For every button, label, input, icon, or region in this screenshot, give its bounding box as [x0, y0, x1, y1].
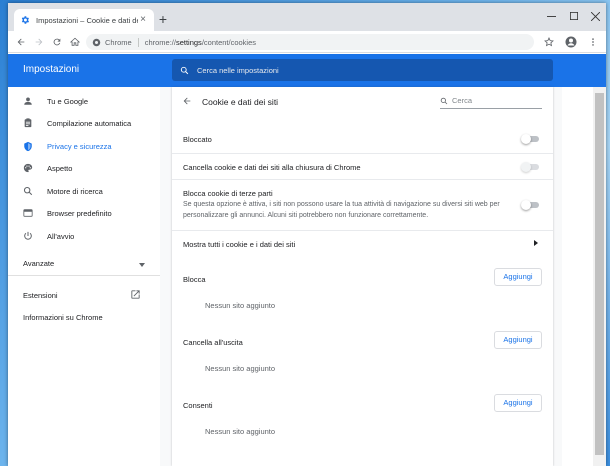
sidebar-item-label: Motore di ricerca [47, 186, 103, 196]
settings-search-input[interactable]: Cerca nelle impostazioni [172, 59, 553, 81]
browser-toolbar: Chrome chrome://settings/content/cookies [8, 31, 606, 53]
card-header: Cookie e dati dei siti Cerca [172, 87, 553, 117]
third-party-description: Se questa opzione è attiva, i siti non p… [183, 201, 500, 219]
title-bar: Impostazioni – Cookie e dati dei siti × … [8, 3, 606, 31]
search-icon [22, 185, 34, 197]
third-party-cookies-row[interactable]: Blocca cookie di terze parti Se questa o… [172, 179, 553, 230]
sidebar-item-extensions[interactable]: Estensioni [8, 285, 160, 305]
home-button[interactable] [68, 35, 82, 49]
sidebar-item-search-engine[interactable]: Motore di ricerca [8, 181, 160, 201]
caret-down-icon [139, 260, 145, 269]
sidebar: Tu e Google Compilazione automatica Priv… [8, 87, 160, 466]
settings-title: Impostazioni [23, 64, 80, 75]
clear-on-exit-row[interactable]: Cancella cookie e dati dei siti alla chi… [172, 153, 553, 179]
back-button[interactable] [14, 35, 28, 49]
sidebar-item-label: Privacy e sicurezza [47, 141, 112, 151]
search-placeholder: Cerca nelle impostazioni [197, 65, 279, 75]
cookies-settings-card: Cookie e dati dei siti Cerca Bloccato Ca… [172, 87, 553, 466]
gear-icon [20, 15, 30, 25]
cookies-search-placeholder: Cerca [452, 96, 473, 105]
minimize-button[interactable] [540, 9, 562, 23]
account-icon [565, 36, 577, 48]
minimize-icon [546, 15, 556, 17]
sidebar-item-label: Browser predefinito [47, 208, 112, 218]
sidebar-item-you-and-google[interactable]: Tu e Google [8, 91, 160, 111]
maximize-icon [570, 12, 578, 20]
sidebar-item-label: Compilazione automatica [47, 118, 132, 128]
arrow-right-icon [35, 38, 43, 46]
block-empty-text: Nessun sito aggiunto [205, 301, 276, 310]
search-icon [180, 66, 189, 74]
arrow-left-icon [17, 38, 25, 46]
shield-icon [22, 140, 34, 152]
cookies-search-input[interactable]: Cerca [440, 93, 542, 109]
open-in-new-icon [130, 289, 141, 302]
sidebar-item-label: All'avvio [47, 231, 75, 241]
clear-on-exit-empty-text: Nessun sito aggiunto [205, 364, 276, 373]
tab-settings[interactable]: Impostazioni – Cookie e dati dei siti × [14, 9, 154, 31]
close-window-button[interactable] [584, 9, 606, 23]
browser-window: Impostazioni – Cookie e dati dei siti × … [8, 3, 606, 466]
profile-button[interactable] [564, 35, 578, 49]
clear-on-exit-toggle[interactable] [521, 162, 539, 172]
tab-title: Impostazioni – Cookie e dati dei siti [36, 15, 138, 25]
advanced-label: Avanzate [23, 258, 55, 268]
settings-header: Impostazioni Cerca nelle impostazioni [8, 54, 606, 87]
sidebar-item-label: Aspetto [47, 163, 73, 173]
blocked-label: Bloccato [183, 135, 212, 144]
see-all-label: Mostra tutti i cookie e i dati dei siti [183, 240, 296, 249]
back-arrow-icon[interactable] [182, 96, 194, 108]
page-title: Cookie e dati dei siti [202, 97, 279, 107]
menu-button[interactable] [586, 35, 600, 49]
add-block-button[interactable]: Aggiungi [494, 268, 542, 286]
sidebar-divider [8, 275, 160, 276]
forward-button[interactable] [32, 35, 46, 49]
new-tab-button[interactable]: + [156, 12, 170, 26]
chrome-icon [92, 38, 101, 46]
maximize-button[interactable] [563, 9, 585, 23]
scrollbar-thumb[interactable] [595, 93, 604, 455]
add-clear-on-exit-button[interactable]: Aggiungi [494, 331, 542, 349]
reload-button[interactable] [50, 35, 64, 49]
allow-section-title: Consenti [183, 401, 213, 410]
sidebar-item-privacy[interactable]: Privacy e sicurezza [8, 136, 160, 156]
clear-on-exit-label: Cancella cookie e dati dei siti alla chi… [183, 163, 361, 172]
power-icon [22, 230, 34, 242]
sidebar-item-appearance[interactable]: Aspetto [8, 158, 160, 178]
more-vertical-icon [592, 38, 594, 46]
sidebar-item-default-browser[interactable]: Browser predefinito [8, 203, 160, 223]
search-icon [440, 97, 448, 104]
sidebar-advanced-toggle[interactable]: Avanzate [8, 253, 160, 273]
reload-icon [53, 38, 61, 46]
block-section-title: Blocca [183, 275, 206, 284]
about-label: Informazioni su Chrome [23, 312, 103, 322]
close-icon [590, 11, 600, 21]
allow-empty-text: Nessun sito aggiunto [205, 427, 276, 436]
home-icon [70, 37, 80, 46]
url-text: chrome://settings/content/cookies [144, 37, 257, 47]
site-chip: Chrome [105, 37, 139, 47]
clipboard-icon [22, 117, 34, 129]
address-bar[interactable]: Chrome chrome://settings/content/cookies [86, 34, 534, 50]
sidebar-item-autofill[interactable]: Compilazione automatica [8, 113, 160, 133]
add-allow-button[interactable]: Aggiungi [494, 394, 542, 412]
browser-window-icon [22, 207, 34, 219]
palette-icon [22, 162, 34, 174]
arrow-right-icon [534, 240, 538, 248]
sidebar-item-label: Tu e Google [47, 96, 88, 106]
third-party-label: Blocca cookie di terze parti [183, 189, 273, 198]
blocked-row[interactable]: Bloccato [172, 125, 553, 153]
see-all-cookies-row[interactable]: Mostra tutti i cookie e i dati dei siti [172, 230, 553, 256]
extensions-label: Estensioni [23, 290, 58, 300]
person-icon [22, 95, 34, 107]
close-tab-icon[interactable]: × [138, 15, 148, 25]
sidebar-item-on-startup[interactable]: All'avvio [8, 226, 160, 246]
sidebar-item-about-chrome[interactable]: Informazioni su Chrome [8, 307, 160, 327]
bookmark-button[interactable] [542, 35, 556, 49]
blocked-toggle[interactable] [521, 134, 539, 144]
third-party-toggle[interactable] [521, 200, 539, 210]
clear-on-exit-section-title: Cancella all'uscita [183, 338, 243, 347]
star-icon [544, 37, 554, 47]
